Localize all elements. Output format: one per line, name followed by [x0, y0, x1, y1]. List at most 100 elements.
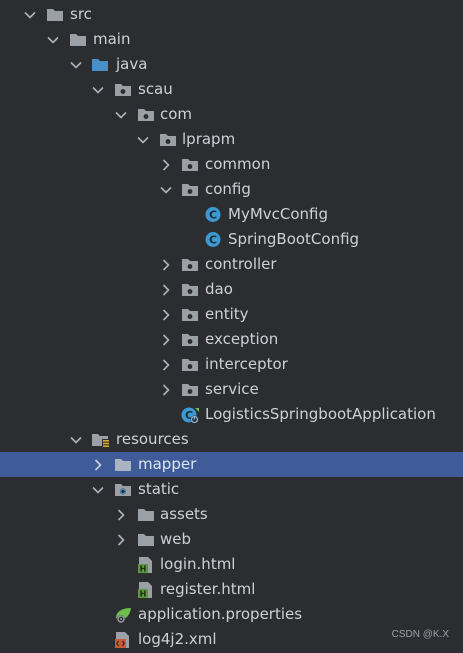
- java-class-icon: C: [204, 206, 222, 223]
- chevron-right-icon[interactable]: [159, 302, 173, 327]
- package-icon: [159, 131, 177, 148]
- chevron-right-icon[interactable]: [159, 352, 173, 377]
- tree-item-label: resources: [116, 430, 189, 448]
- chevron-down-icon[interactable]: [91, 477, 105, 502]
- tree-item-exception[interactable]: exception: [0, 327, 463, 352]
- tree-item-entity[interactable]: entity: [0, 302, 463, 327]
- html-file-icon: H: [137, 581, 155, 599]
- svg-text:C: C: [209, 209, 217, 222]
- source-root-folder-icon: [91, 56, 109, 73]
- spring-boot-class-icon: C: [181, 406, 199, 424]
- folder-icon: [69, 31, 87, 48]
- tree-item-label: login.html: [160, 555, 236, 573]
- tree-item-static[interactable]: static: [0, 477, 463, 502]
- svg-text:H: H: [140, 590, 147, 599]
- tree-item-label: register.html: [160, 580, 256, 598]
- package-icon: [181, 381, 199, 398]
- chevron-down-icon[interactable]: [69, 52, 83, 77]
- package-icon: [181, 256, 199, 273]
- tree-item-interceptor[interactable]: interceptor: [0, 352, 463, 377]
- tree-item-label: com: [160, 105, 193, 123]
- tree-item-label: exception: [205, 330, 279, 348]
- tree-item-label: service: [205, 380, 259, 398]
- chevron-right-icon[interactable]: [159, 327, 173, 352]
- folder-icon: [137, 506, 155, 523]
- package-icon: [181, 331, 199, 348]
- chevron-right-icon[interactable]: [159, 277, 173, 302]
- xml-file-icon: [114, 631, 132, 648]
- tree-item-service[interactable]: service: [0, 377, 463, 402]
- folder-icon: [46, 6, 64, 23]
- tree-item-src[interactable]: src: [0, 2, 463, 27]
- tree-item-label: dao: [205, 280, 233, 298]
- tree-item-label: interceptor: [205, 355, 288, 373]
- chevron-right-icon[interactable]: [159, 377, 173, 402]
- tree-item-label: LogisticsSpringbootApplication: [205, 405, 436, 423]
- tree-item-logisticsspringbootapplication[interactable]: C LogisticsSpringbootApplication: [0, 402, 463, 427]
- folder-icon: [137, 531, 155, 548]
- html-file-icon: H: [137, 556, 155, 574]
- tree-item-java[interactable]: java: [0, 52, 463, 77]
- watermark: CSDN @K.X: [391, 629, 449, 640]
- tree-item-login-html[interactable]: H login.html: [0, 552, 463, 577]
- chevron-right-icon[interactable]: [114, 527, 128, 552]
- tree-item-label: controller: [205, 255, 277, 273]
- chevron-down-icon[interactable]: [91, 77, 105, 102]
- tree-item-label: main: [93, 30, 131, 48]
- tree-item-label: assets: [160, 505, 208, 523]
- spring-properties-icon: [114, 606, 132, 623]
- tree-item-label: log4j2.xml: [138, 630, 217, 648]
- tree-item-label: application.properties: [138, 605, 303, 623]
- tree-item-springbootconfig[interactable]: C SpringBootConfig: [0, 227, 463, 252]
- tree-item-label: common: [205, 155, 271, 173]
- folder-icon: [114, 456, 132, 473]
- package-icon: [181, 181, 199, 198]
- tree-item-dao[interactable]: dao: [0, 277, 463, 302]
- package-icon: [181, 281, 199, 298]
- chevron-down-icon[interactable]: [23, 2, 37, 27]
- tree-item-label: SpringBootConfig: [228, 230, 360, 248]
- chevron-down-icon[interactable]: [69, 427, 83, 452]
- web-resource-folder-icon: [114, 481, 132, 498]
- tree-item-resources[interactable]: resources: [0, 427, 463, 452]
- resources-root-folder-icon: [91, 431, 110, 448]
- tree-item-label: mapper: [138, 455, 197, 473]
- chevron-down-icon[interactable]: [159, 177, 173, 202]
- package-icon: [114, 81, 132, 98]
- package-icon: [137, 106, 155, 123]
- tree-item-assets[interactable]: assets: [0, 502, 463, 527]
- tree-item-label: entity: [205, 305, 249, 323]
- java-class-icon: C: [204, 231, 222, 248]
- tree-item-label: web: [160, 530, 192, 548]
- tree-item-lprapm[interactable]: lprapm: [0, 127, 463, 152]
- tree-item-label: java: [116, 55, 148, 73]
- tree-item-config[interactable]: config: [0, 177, 463, 202]
- tree-item-register-html[interactable]: H register.html: [0, 577, 463, 602]
- package-icon: [181, 306, 199, 323]
- tree-item-common[interactable]: common: [0, 152, 463, 177]
- svg-text:C: C: [209, 234, 217, 247]
- tree-item-com[interactable]: com: [0, 102, 463, 127]
- tree-item-label: src: [70, 5, 92, 23]
- tree-item-label: static: [138, 480, 180, 498]
- chevron-right-icon[interactable]: [91, 452, 105, 477]
- chevron-down-icon[interactable]: [114, 102, 128, 127]
- chevron-down-icon[interactable]: [136, 127, 150, 152]
- tree-item-label: MyMvcConfig: [228, 205, 329, 223]
- chevron-down-icon[interactable]: [46, 27, 60, 52]
- package-icon: [181, 356, 199, 373]
- chevron-right-icon[interactable]: [159, 152, 173, 177]
- tree-item-mapper[interactable]: mapper: [0, 452, 463, 477]
- tree-item-controller[interactable]: controller: [0, 252, 463, 277]
- tree-item-application-properties[interactable]: application.properties: [0, 602, 463, 627]
- chevron-right-icon[interactable]: [159, 252, 173, 277]
- package-icon: [181, 156, 199, 173]
- tree-item-mymvcconfig[interactable]: C MyMvcConfig: [0, 202, 463, 227]
- tree-item-web[interactable]: web: [0, 527, 463, 552]
- tree-item-scau[interactable]: scau: [0, 77, 463, 102]
- tree-item-main[interactable]: main: [0, 27, 463, 52]
- tree-item-label: lprapm: [182, 130, 236, 148]
- chevron-right-icon[interactable]: [114, 502, 128, 527]
- svg-text:H: H: [140, 565, 147, 574]
- tree-item-label: scau: [138, 80, 173, 98]
